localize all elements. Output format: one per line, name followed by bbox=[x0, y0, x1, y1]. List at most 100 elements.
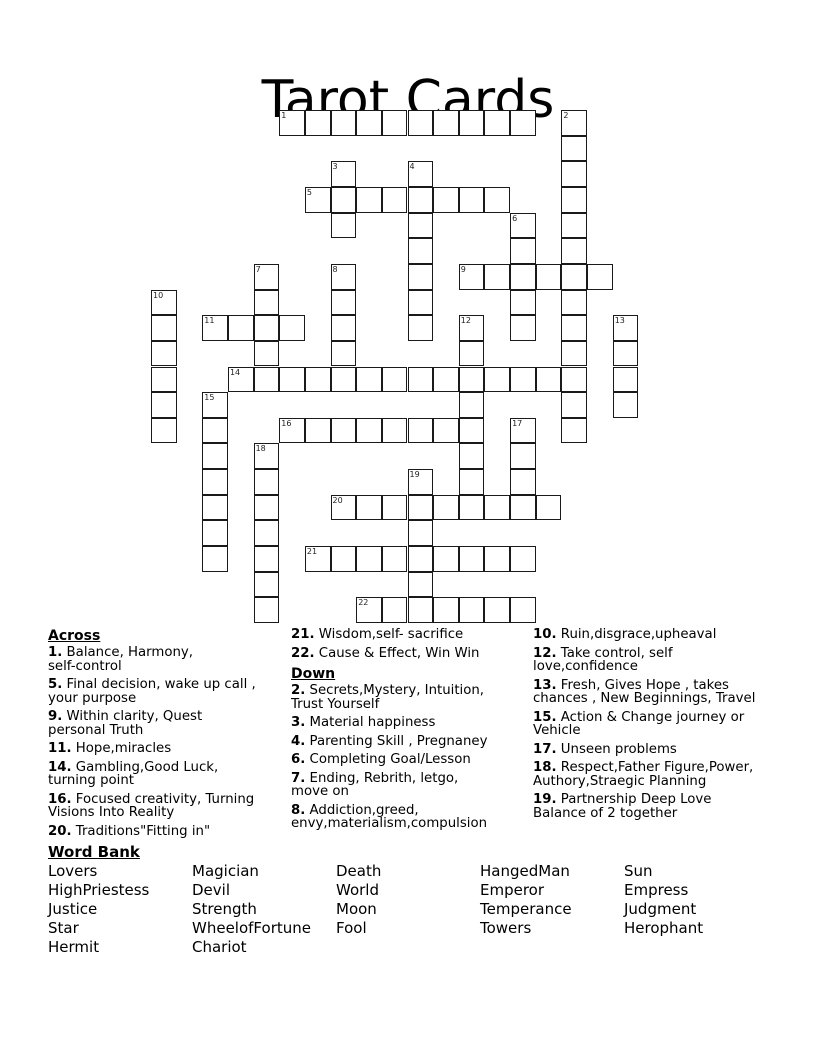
grid-cell[interactable] bbox=[151, 340, 177, 367]
grid-cell[interactable] bbox=[458, 597, 485, 623]
grid-cell[interactable] bbox=[510, 238, 536, 264]
grid-cell[interactable] bbox=[253, 366, 280, 393]
grid-cell[interactable]: 20 bbox=[330, 494, 357, 521]
grid-cell[interactable] bbox=[535, 263, 562, 290]
grid-cell[interactable] bbox=[304, 417, 331, 444]
grid-cell[interactable] bbox=[253, 597, 280, 623]
grid-cell[interactable] bbox=[151, 417, 177, 444]
grid-cell[interactable]: 15 bbox=[202, 392, 228, 418]
grid-cell[interactable] bbox=[612, 392, 639, 418]
grid-cell[interactable] bbox=[151, 366, 177, 393]
grid-cell[interactable] bbox=[510, 315, 536, 341]
grid-cell[interactable] bbox=[279, 315, 305, 341]
grid-cell[interactable] bbox=[458, 366, 485, 393]
grid-cell[interactable] bbox=[484, 494, 511, 521]
grid-cell[interactable] bbox=[407, 571, 434, 598]
grid-cell[interactable] bbox=[407, 315, 434, 341]
grid-cell[interactable] bbox=[330, 366, 357, 393]
grid-cell[interactable] bbox=[407, 494, 434, 521]
grid-cell[interactable]: 10 bbox=[151, 289, 177, 316]
grid-cell[interactable] bbox=[458, 110, 485, 136]
grid-cell[interactable] bbox=[330, 315, 357, 341]
grid-cell[interactable] bbox=[407, 520, 434, 547]
grid-cell[interactable] bbox=[227, 315, 254, 341]
grid-cell[interactable] bbox=[458, 469, 485, 495]
grid-cell[interactable] bbox=[433, 494, 459, 521]
grid-cell[interactable] bbox=[279, 366, 305, 393]
grid-cell[interactable] bbox=[407, 289, 434, 316]
grid-cell[interactable] bbox=[510, 366, 536, 393]
grid-cell[interactable] bbox=[407, 186, 434, 213]
grid-cell[interactable] bbox=[612, 340, 639, 367]
grid-cell[interactable] bbox=[356, 494, 382, 521]
grid-cell[interactable] bbox=[510, 597, 536, 623]
grid-cell[interactable] bbox=[253, 520, 280, 547]
grid-cell[interactable] bbox=[151, 392, 177, 418]
grid-cell[interactable] bbox=[253, 571, 280, 598]
grid-cell[interactable] bbox=[151, 315, 177, 341]
grid-cell[interactable] bbox=[561, 135, 588, 162]
grid-cell[interactable]: 12 bbox=[458, 315, 485, 341]
grid-cell[interactable]: 5 bbox=[304, 186, 331, 213]
grid-cell[interactable]: 7 bbox=[253, 263, 280, 290]
grid-cell[interactable]: 9 bbox=[458, 263, 485, 290]
grid-cell[interactable] bbox=[458, 443, 485, 470]
grid-cell[interactable] bbox=[561, 417, 588, 444]
grid-cell[interactable] bbox=[433, 186, 459, 213]
grid-cell[interactable] bbox=[484, 546, 511, 572]
grid-cell[interactable] bbox=[484, 366, 511, 393]
grid-cell[interactable] bbox=[356, 417, 382, 444]
grid-cell[interactable] bbox=[561, 186, 588, 213]
grid-cell[interactable] bbox=[202, 546, 228, 572]
grid-cell[interactable] bbox=[330, 186, 357, 213]
grid-cell[interactable] bbox=[202, 469, 228, 495]
grid-cell[interactable]: 2 bbox=[561, 110, 588, 136]
grid-cell[interactable] bbox=[510, 469, 536, 495]
grid-cell[interactable] bbox=[612, 366, 639, 393]
grid-cell[interactable] bbox=[587, 263, 613, 290]
grid-cell[interactable] bbox=[407, 110, 434, 136]
grid-cell[interactable]: 19 bbox=[407, 469, 434, 495]
grid-cell[interactable] bbox=[561, 263, 588, 290]
grid-cell[interactable] bbox=[433, 546, 459, 572]
grid-cell[interactable] bbox=[381, 366, 408, 393]
grid-cell[interactable] bbox=[407, 212, 434, 239]
grid-cell[interactable] bbox=[330, 417, 357, 444]
grid-cell[interactable] bbox=[407, 238, 434, 264]
grid-cell[interactable]: 1 bbox=[279, 110, 305, 136]
grid-cell[interactable] bbox=[330, 340, 357, 367]
grid-cell[interactable] bbox=[407, 417, 434, 444]
grid-cell[interactable] bbox=[253, 546, 280, 572]
grid-cell[interactable] bbox=[561, 392, 588, 418]
grid-cell[interactable] bbox=[484, 597, 511, 623]
grid-cell[interactable] bbox=[253, 340, 280, 367]
grid-cell[interactable] bbox=[510, 289, 536, 316]
grid-cell[interactable] bbox=[356, 110, 382, 136]
grid-cell[interactable]: 8 bbox=[330, 263, 357, 290]
grid-cell[interactable]: 6 bbox=[510, 212, 536, 239]
grid-cell[interactable] bbox=[535, 366, 562, 393]
grid-cell[interactable]: 18 bbox=[253, 443, 280, 470]
grid-cell[interactable] bbox=[561, 161, 588, 187]
grid-cell[interactable] bbox=[458, 340, 485, 367]
grid-cell[interactable] bbox=[356, 546, 382, 572]
grid-cell[interactable] bbox=[458, 546, 485, 572]
grid-cell[interactable] bbox=[253, 315, 280, 341]
grid-cell[interactable] bbox=[253, 494, 280, 521]
grid-cell[interactable] bbox=[330, 289, 357, 316]
grid-cell[interactable] bbox=[433, 597, 459, 623]
grid-cell[interactable] bbox=[407, 597, 434, 623]
grid-cell[interactable]: 22 bbox=[356, 597, 382, 623]
grid-cell[interactable] bbox=[253, 469, 280, 495]
grid-cell[interactable]: 17 bbox=[510, 417, 536, 444]
grid-cell[interactable] bbox=[484, 186, 511, 213]
grid-cell[interactable] bbox=[202, 520, 228, 547]
grid-cell[interactable]: 13 bbox=[612, 315, 639, 341]
grid-cell[interactable] bbox=[253, 289, 280, 316]
grid-cell[interactable] bbox=[304, 366, 331, 393]
grid-cell[interactable] bbox=[561, 212, 588, 239]
grid-cell[interactable] bbox=[330, 212, 357, 239]
grid-cell[interactable] bbox=[535, 494, 562, 521]
grid-cell[interactable] bbox=[381, 186, 408, 213]
grid-cell[interactable] bbox=[458, 494, 485, 521]
